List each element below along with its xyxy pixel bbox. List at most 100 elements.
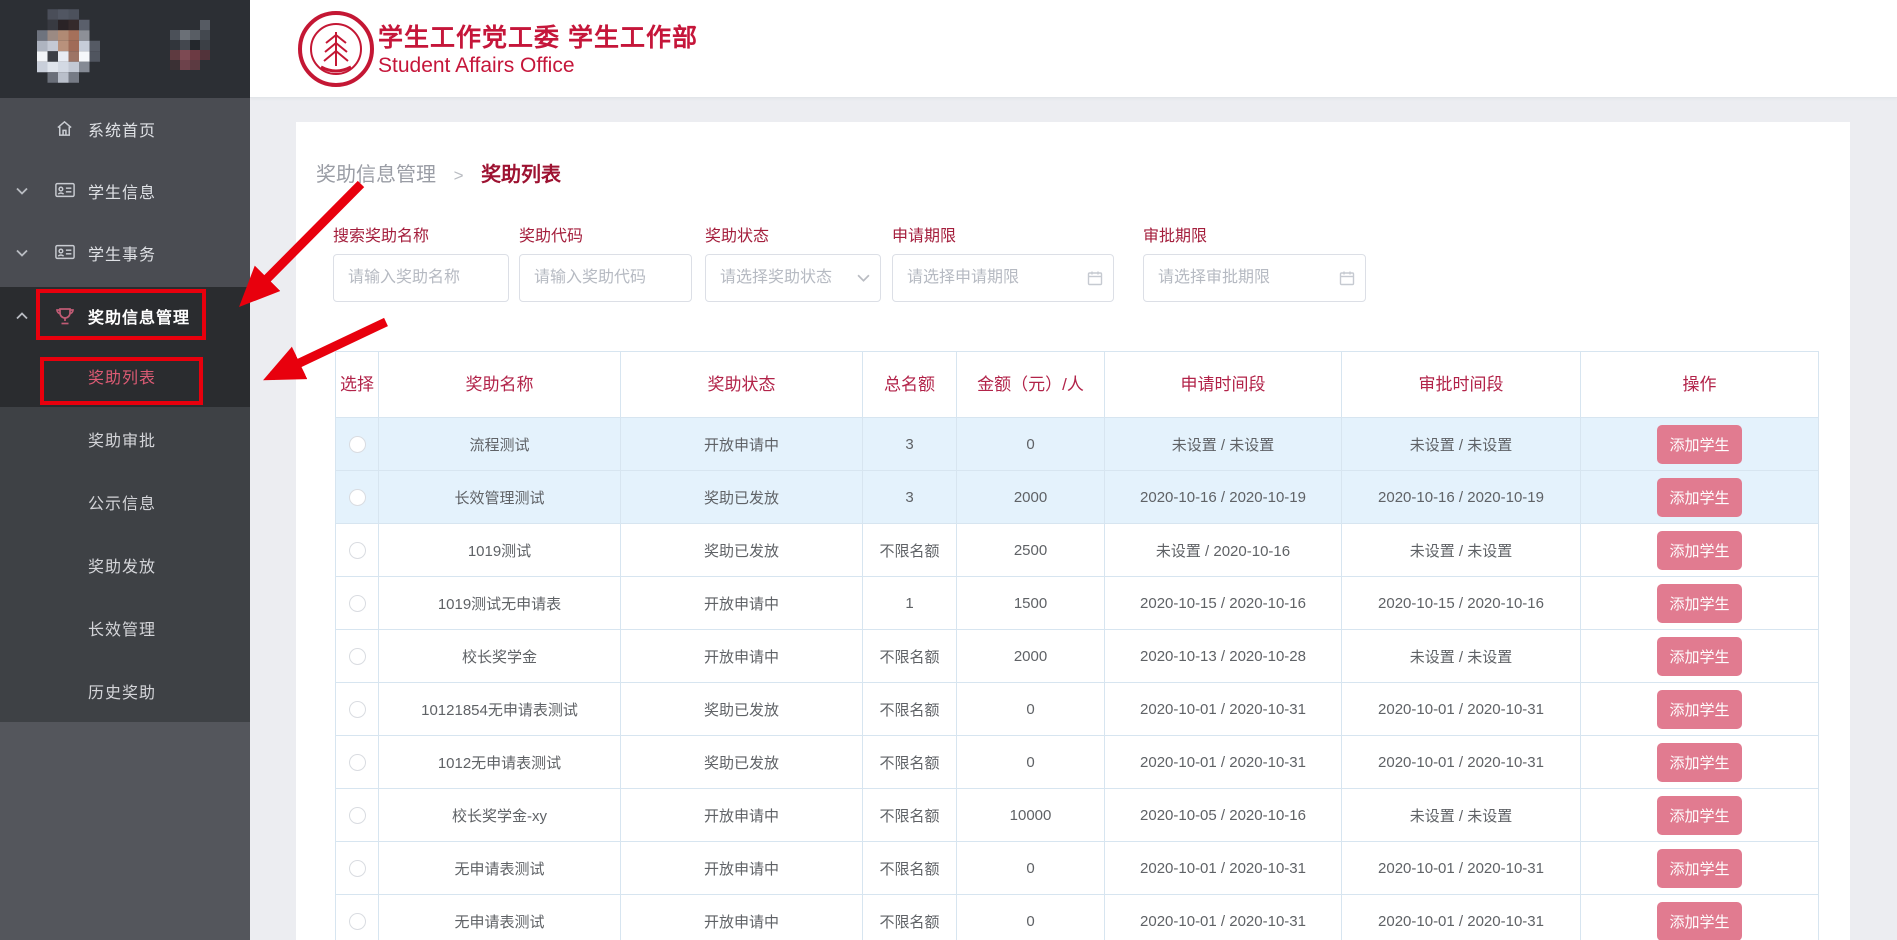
approve-period-cell: 2020-10-01 / 2020-10-31 [1342,683,1581,736]
table-row: 1012无申请表测试奖助已发放不限名额02020-10-01 / 2020-10… [336,736,1819,789]
award-quota-cell: 1 [863,577,957,630]
add-student-button[interactable]: 添加学生 [1657,584,1741,623]
row-select-radio[interactable] [349,860,366,877]
award-table-header: 选择奖助名称奖助状态总名额金额（元）/人申请时间段审批时间段操作 [336,352,1819,418]
sidebar-subitem-award-grant[interactable]: 奖助发放 [0,533,250,596]
award-status-cell: 奖助已发放 [621,683,863,736]
site-title-cn: 学生工作党工委 学生工作部 [378,18,698,54]
add-student-button[interactable]: 添加学生 [1657,902,1741,940]
breadcrumb: 奖助信息管理 > 奖助列表 [316,158,561,187]
award-status-cell: 开放申请中 [621,630,863,683]
ecnu-seal-icon: EAST CHINA NORMAL UNIVERSITY [297,10,375,88]
sidebar-item-award-info-mgmt[interactable]: 奖助信息管理 [0,287,250,344]
apply-period-cell: 2020-10-05 / 2020-10-16 [1105,789,1342,842]
approve-period-date-picker[interactable] [1143,254,1366,302]
add-student-button[interactable]: 添加学生 [1657,796,1741,835]
sidebar-subitem-history-award[interactable]: 历史奖助 [0,659,250,722]
chevron-down-icon [12,182,32,200]
sidebar-subitem-award-approval[interactable]: 奖助审批 [0,407,250,470]
award-quota-cell: 不限名额 [863,842,957,895]
award-table: 选择奖助名称奖助状态总名额金额（元）/人申请时间段审批时间段操作 流程测试开放申… [335,351,1819,940]
award-name-cell: 长效管理测试 [379,471,621,524]
award-quota-cell: 不限名额 [863,789,957,842]
award-name-field[interactable] [334,255,508,301]
sidebar-header [0,0,250,98]
row-select-radio[interactable] [349,701,366,718]
logo-ring-text: EAST CHINA NORMAL UNIVERSITY [297,10,375,12]
sidebar-subitem-public-info[interactable]: 公示信息 [0,470,250,533]
filter-apply-period: 申请期限 [892,222,1114,302]
row-select-radio[interactable] [349,595,366,612]
apply-period-cell: 2020-10-13 / 2020-10-28 [1105,630,1342,683]
user-avatar[interactable] [37,7,100,85]
sidebar-item-home[interactable]: 系统首页 [0,98,250,160]
breadcrumb-separator: > [454,166,464,185]
column-header: 审批时间段 [1342,352,1581,418]
sidebar-subitem-label: 奖助审批 [88,427,156,451]
table-row: 校长奖学金开放申请中不限名额20002020-10-13 / 2020-10-2… [336,630,1819,683]
row-select-radio[interactable] [349,648,366,665]
approve-period-cell: 2020-10-15 / 2020-10-16 [1342,577,1581,630]
sidebar-item-label: 学生信息 [88,179,156,203]
award-status-field[interactable] [706,255,880,301]
sidebar-subitem-award-list[interactable]: 奖助列表 [0,344,250,407]
award-status-cell: 开放申请中 [621,418,863,471]
add-student-button[interactable]: 添加学生 [1657,849,1741,888]
column-header: 选择 [336,352,379,418]
add-student-button[interactable]: 添加学生 [1657,637,1741,676]
award-name-cell: 1019测试无申请表 [379,577,621,630]
add-student-button[interactable]: 添加学生 [1657,425,1741,464]
approve-period-cell: 2020-10-16 / 2020-10-19 [1342,471,1581,524]
row-select-radio[interactable] [349,436,366,453]
add-student-button[interactable]: 添加学生 [1657,743,1741,782]
home-icon [55,119,75,139]
row-select-radio[interactable] [349,913,366,930]
award-name-cell: 校长奖学金-xy [379,789,621,842]
award-status-select[interactable] [705,254,881,302]
award-status-cell: 开放申请中 [621,789,863,842]
add-student-button[interactable]: 添加学生 [1657,531,1741,570]
award-amount-cell: 0 [957,895,1105,940]
apply-period-cell: 未设置 / 未设置 [1105,418,1342,471]
filter-label: 奖助代码 [519,222,692,246]
sidebar: 系统首页学生信息学生事务奖助信息管理奖助列表奖助审批公示信息奖助发放长效管理历史… [0,0,250,940]
breadcrumb-parent[interactable]: 奖助信息管理 [316,164,436,186]
award-code-input[interactable] [519,254,692,302]
row-select-radio[interactable] [349,542,366,559]
award-status-cell: 奖助已发放 [621,471,863,524]
row-select-radio[interactable] [349,489,366,506]
award-amount-cell: 10000 [957,789,1105,842]
apply-period-cell: 未设置 / 2020-10-16 [1105,524,1342,577]
row-select-radio[interactable] [349,807,366,824]
approve-period-cell: 2020-10-01 / 2020-10-31 [1342,895,1581,940]
award-amount-cell: 1500 [957,577,1105,630]
trophy-icon [55,306,75,326]
apply-period-field[interactable] [893,255,1113,301]
award-status-cell: 奖助已发放 [621,524,863,577]
award-code-field[interactable] [520,255,691,301]
award-quota-cell: 不限名额 [863,683,957,736]
award-quota-cell: 不限名额 [863,736,957,789]
column-header: 奖助名称 [379,352,621,418]
approve-period-field[interactable] [1144,255,1365,301]
column-header: 操作 [1581,352,1819,418]
apply-period-cell: 2020-10-01 / 2020-10-31 [1105,895,1342,940]
table-row: 流程测试开放申请中30未设置 / 未设置未设置 / 未设置添加学生 [336,418,1819,471]
sidebar-item-student-info[interactable]: 学生信息 [0,160,250,222]
award-quota-cell: 不限名额 [863,895,957,940]
award-name-cell: 1012无申请表测试 [379,736,621,789]
add-student-button[interactable]: 添加学生 [1657,690,1741,729]
award-name-input[interactable] [333,254,509,302]
award-amount-cell: 2000 [957,471,1105,524]
sidebar-subitem-longterm-mgmt[interactable]: 长效管理 [0,596,250,659]
row-select-radio[interactable] [349,754,366,771]
add-student-button[interactable]: 添加学生 [1657,478,1741,517]
filter-label: 审批期限 [1143,222,1366,246]
sidebar-subitem-label: 历史奖助 [88,679,156,703]
approve-period-cell: 2020-10-01 / 2020-10-31 [1342,842,1581,895]
filter-approve-period: 审批期限 [1143,222,1366,302]
award-name-cell: 流程测试 [379,418,621,471]
apply-period-date-picker[interactable] [892,254,1114,302]
sidebar-item-student-affairs[interactable]: 学生事务 [0,222,250,284]
secondary-avatar[interactable] [168,20,212,70]
